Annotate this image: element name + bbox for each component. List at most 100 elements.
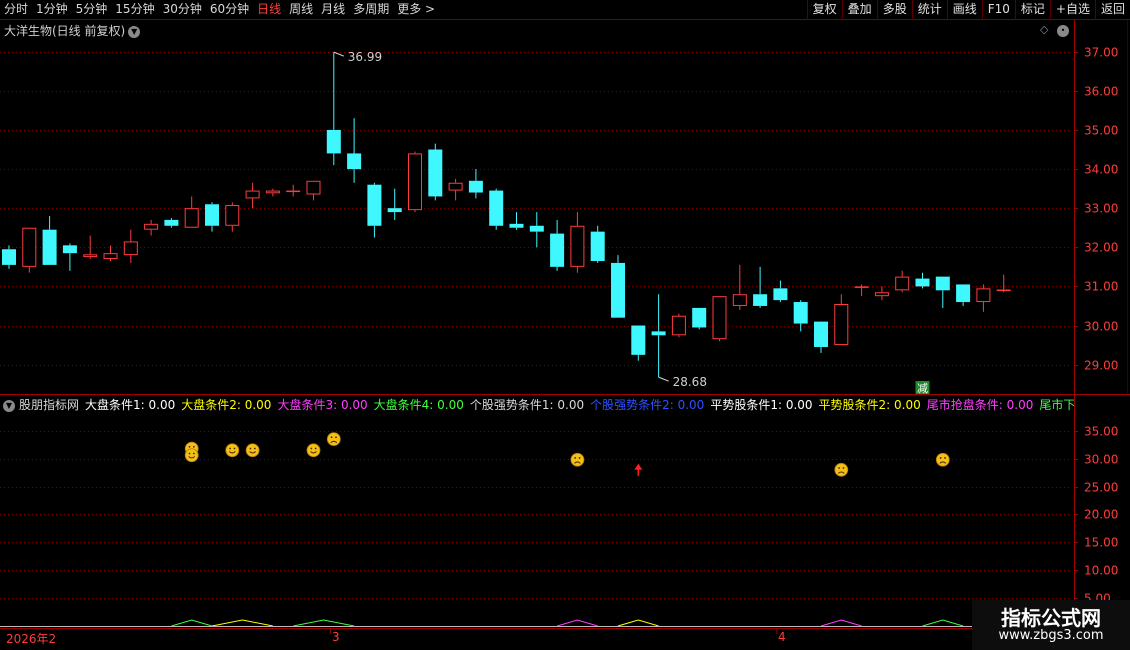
chevron-down-icon[interactable]: ▼ — [128, 25, 141, 38]
candle-body — [793, 302, 808, 324]
candlestick — [570, 212, 585, 273]
candle-body — [854, 286, 869, 288]
condition-label: 大盘条件1: 0.00 — [85, 398, 176, 412]
indicator-line — [211, 619, 273, 627]
indicator-line — [556, 619, 598, 627]
candle-body — [265, 190, 280, 194]
period-tab[interactable]: 多周期 — [349, 0, 393, 20]
toolbar-button[interactable]: 多股 — [876, 0, 912, 20]
toolbar-button[interactable]: 统计 — [911, 0, 947, 20]
price-tick-label: 32.00 — [1084, 241, 1118, 255]
grid-lines — [0, 20, 1130, 650]
kline-chart[interactable]: 36.99 28.68 减 37.00 36.00 35.00 34.00 33.00 32.… — [0, 0, 1130, 650]
watermark-url: www.zbgs3.com — [998, 628, 1104, 643]
candle-body — [671, 315, 686, 336]
reduce-badge[interactable] — [915, 381, 930, 394]
smile-face-icon — [184, 441, 199, 456]
candle-body — [611, 262, 625, 318]
candlestick-series — [2, 52, 1011, 378]
candlestick — [164, 217, 179, 228]
candle-body — [935, 276, 950, 291]
indicator-name[interactable]: 股朋指标网 — [19, 398, 79, 412]
candlestick — [408, 151, 422, 213]
period-tab[interactable]: 月线 — [317, 0, 349, 20]
indicator-tick-label: 20.00 — [1084, 508, 1118, 522]
toolbar-button[interactable]: 画线 — [946, 0, 982, 20]
candle-body — [144, 223, 159, 230]
candlestick — [205, 202, 219, 232]
period-tab[interactable]: 5分钟 — [72, 0, 112, 20]
period-tab[interactable]: 周线 — [285, 0, 317, 20]
smile-face-icon — [306, 443, 321, 458]
condition-label: 大盘条件2: 0.00 — [181, 398, 272, 412]
candle-body — [245, 190, 260, 199]
frown-face-icon — [570, 452, 585, 467]
price-tick-label: 29.00 — [1084, 359, 1118, 373]
smile-face-icon — [184, 448, 199, 463]
high-pointer — [333, 51, 344, 57]
candlestick — [793, 300, 808, 332]
candlestick — [773, 280, 788, 303]
candle-body — [123, 241, 138, 256]
period-tab[interactable]: 15分钟 — [111, 0, 158, 20]
settings-icon[interactable]: • — [1057, 23, 1069, 37]
candlestick — [550, 219, 565, 271]
chevron-down-icon[interactable]: ▼ — [3, 399, 15, 412]
indicator-line — [922, 619, 964, 627]
candle-body — [651, 331, 666, 336]
indicator-line — [617, 619, 659, 627]
candlestick — [956, 284, 971, 306]
candlestick — [326, 52, 341, 166]
candle-body — [814, 321, 828, 348]
condition-label: 尾市下跌条件: 0.00 — [1039, 398, 1074, 412]
period-tab[interactable]: 1分钟 — [32, 0, 72, 20]
toolbar-button[interactable]: +自选 — [1049, 0, 1095, 20]
candlestick — [631, 325, 646, 361]
candle-body — [509, 223, 524, 228]
diamond-icon[interactable]: ◇ — [1040, 23, 1048, 36]
period-tab[interactable]: 分时 — [0, 0, 32, 20]
period-tab[interactable]: 日线 — [253, 0, 285, 20]
indicator-tick-label: 30.00 — [1084, 453, 1118, 467]
candlestick — [834, 294, 849, 346]
candle-body — [408, 153, 422, 211]
candle-body — [42, 229, 57, 265]
price-axis: 37.00 36.00 35.00 34.00 33.00 32.00 31.00 30.00… — [1074, 46, 1118, 373]
candle-body — [712, 296, 727, 340]
candle-body — [590, 231, 605, 261]
candle-body — [976, 288, 991, 303]
candle-body — [834, 304, 849, 346]
candle-body — [22, 227, 37, 267]
candle-body — [286, 190, 301, 193]
toolbar-button[interactable]: 复权 — [806, 0, 842, 20]
candle-body — [367, 184, 382, 226]
condition-label: 平势股条件2: 0.00 — [818, 398, 921, 412]
candle-body — [2, 249, 16, 265]
candle-body — [915, 278, 930, 287]
candle-body — [753, 294, 768, 306]
candlestick — [367, 182, 382, 238]
candlestick — [83, 235, 98, 260]
candlestick — [509, 212, 524, 230]
condition-list: 大盘条件1: 0.00 大盘条件2: 0.00 大盘条件3: 0.00 大盘条件4: … — [85, 398, 1074, 412]
candle-body — [428, 149, 443, 197]
candle-body — [205, 204, 219, 226]
toolbar-button[interactable]: 叠加 — [841, 0, 877, 20]
candlestick — [976, 284, 991, 312]
toolbar-button[interactable]: 标记 — [1014, 0, 1050, 20]
period-tab[interactable]: 60分钟 — [206, 0, 253, 20]
period-tab[interactable]: 30分钟 — [159, 0, 206, 20]
toolbar-button[interactable]: 返回 — [1094, 0, 1130, 20]
low-pointer — [658, 376, 669, 382]
toolbar-button[interactable]: F10 — [981, 0, 1015, 20]
period-tab[interactable]: 更多 > — [393, 0, 439, 20]
indicator-tick-label: 25.00 — [1084, 481, 1118, 495]
candlestick — [712, 296, 727, 342]
main-chart-title[interactable]: 大洋生物(日线 前复权) ▼ — [4, 22, 141, 38]
date-label: 4 — [778, 630, 786, 644]
candlestick — [2, 245, 16, 269]
candle-body — [489, 190, 504, 226]
candlestick — [935, 276, 950, 308]
condition-label: 个股强势条件1: 0.00 — [469, 398, 585, 412]
candle-body — [83, 254, 98, 258]
